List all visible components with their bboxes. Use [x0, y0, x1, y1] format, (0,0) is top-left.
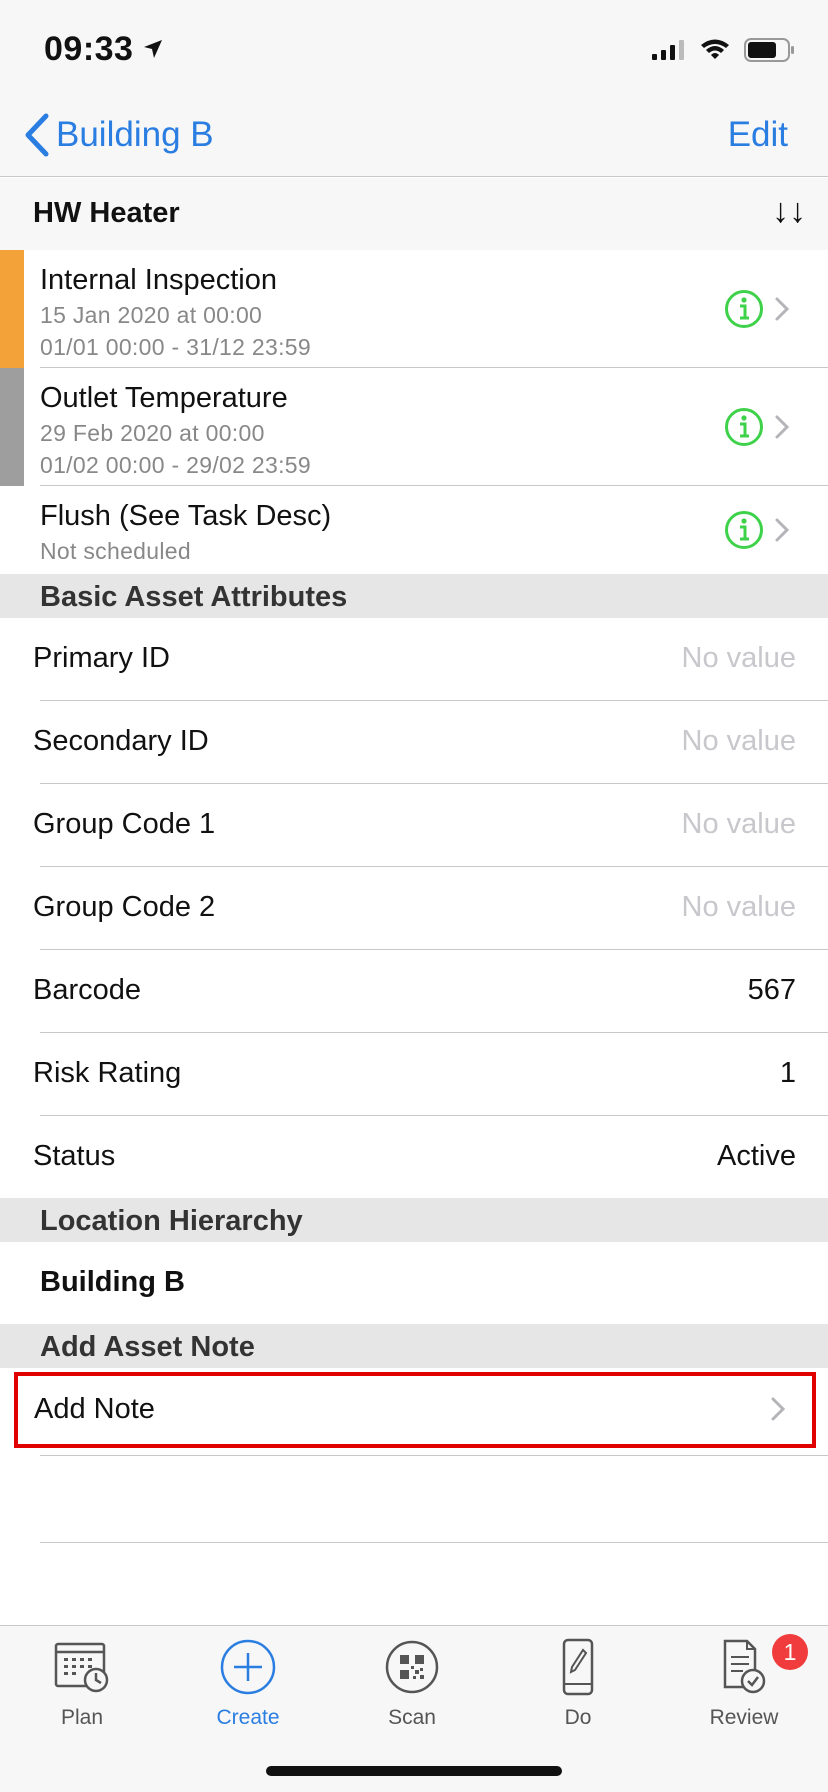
chevron-right-icon [775, 415, 790, 439]
battery-icon [744, 38, 794, 62]
asset-title: HW Heater [33, 197, 180, 229]
section-header-label: Add Asset Note [40, 1331, 255, 1363]
info-icon[interactable] [724, 407, 764, 447]
signal-icon [652, 40, 684, 60]
attribute-value: Active [717, 1140, 796, 1172]
tab-scan[interactable]: Scan [352, 1636, 472, 1730]
task-date: 29 Feb 2020 at 00:00 [40, 420, 265, 446]
attribute-value: No value [681, 808, 796, 840]
sort-icon[interactable]: ↓↓ [772, 192, 806, 231]
tab-do[interactable]: Do [518, 1636, 638, 1730]
attribute-row-primary-id[interactable]: Primary ID No value [0, 618, 828, 701]
attribute-row-secondary-id[interactable]: Secondary ID No value [0, 701, 828, 784]
back-button-label: Building B [56, 115, 214, 154]
chevron-left-icon [25, 113, 49, 157]
task-row[interactable]: Outlet Temperature 29 Feb 2020 at 00:00 … [0, 368, 828, 486]
info-icon[interactable] [724, 510, 764, 550]
chevron-right-icon [775, 297, 790, 321]
chevron-right-icon [775, 518, 790, 542]
section-header-location-hierarchy: Location Hierarchy [0, 1198, 828, 1242]
chevron-right-icon [771, 1397, 786, 1421]
separator [40, 1542, 828, 1543]
priority-stripe [0, 250, 24, 368]
wifi-icon [701, 39, 729, 59]
task-window: 01/01 00:00 - 31/12 23:59 [40, 334, 311, 360]
navigation-bar: Building B Edit [0, 100, 828, 177]
tab-plan[interactable]: Plan [22, 1636, 142, 1730]
section-header-label: Basic Asset Attributes [40, 581, 348, 613]
attribute-row-group-code-2[interactable]: Group Code 2 No value [0, 867, 828, 950]
attribute-label: Group Code 2 [33, 891, 216, 923]
attribute-row-barcode[interactable]: Barcode 567 [0, 950, 828, 1033]
attribute-value: No value [681, 725, 796, 757]
location-arrow-icon [144, 40, 162, 58]
section-header-basic-attributes: Basic Asset Attributes [0, 574, 828, 618]
qr-code-icon [385, 1640, 439, 1694]
task-title: Internal Inspection [40, 264, 277, 296]
task-row[interactable]: Internal Inspection 15 Jan 2020 at 00:00… [0, 250, 828, 368]
attribute-value: No value [681, 642, 796, 674]
status-icons [652, 38, 796, 62]
attribute-label: Group Code 1 [33, 808, 216, 840]
attribute-row-status[interactable]: Status Active [0, 1116, 828, 1199]
back-button[interactable]: Building B [24, 110, 214, 160]
tab-label: Review [709, 1706, 779, 1729]
attribute-label: Barcode [33, 974, 142, 1006]
tab-create[interactable]: Create [188, 1636, 308, 1730]
clock-time: 09:33 [44, 30, 134, 68]
attribute-value: 567 [747, 974, 796, 1006]
tab-label: Plan [60, 1706, 104, 1729]
task-date: 15 Jan 2020 at 00:00 [40, 302, 263, 328]
priority-stripe [0, 368, 24, 486]
status-bar: 09:33 [0, 0, 828, 100]
phone-pencil-icon [562, 1638, 594, 1696]
tab-label: Create [216, 1706, 280, 1729]
task-row[interactable]: Flush (See Task Desc) Not scheduled [0, 486, 828, 574]
location-name: Building B [40, 1266, 185, 1298]
add-note-label: Add Note [34, 1393, 155, 1425]
attribute-label: Secondary ID [33, 725, 209, 757]
task-title: Flush (See Task Desc) [40, 500, 332, 532]
tab-label: Scan [388, 1706, 436, 1729]
attribute-value: 1 [779, 1057, 796, 1089]
info-icon[interactable] [724, 289, 764, 329]
add-note-button[interactable]: Add Note [14, 1372, 816, 1448]
edit-button[interactable]: Edit [728, 110, 788, 160]
separator [40, 1455, 828, 1456]
task-title: Outlet Temperature [40, 382, 288, 414]
attribute-label: Primary ID [33, 642, 170, 674]
attribute-label: Risk Rating [33, 1057, 182, 1089]
location-row[interactable]: Building B [0, 1242, 828, 1324]
asset-title-row: HW Heater ↓↓ [0, 178, 828, 250]
plus-circle-icon [220, 1639, 276, 1695]
section-header-label: Location Hierarchy [40, 1205, 303, 1237]
calendar-clock-icon [54, 1642, 109, 1693]
task-date: Not scheduled [40, 538, 191, 564]
attribute-value: No value [681, 891, 796, 923]
task-window: 01/02 00:00 - 29/02 23:59 [40, 452, 311, 478]
document-check-icon [723, 1639, 766, 1694]
attribute-row-group-code-1[interactable]: Group Code 1 No value [0, 784, 828, 867]
review-badge: 1 [772, 1634, 808, 1670]
home-indicator[interactable] [266, 1766, 562, 1776]
attribute-label: Status [33, 1140, 116, 1172]
section-header-add-asset-note: Add Asset Note [0, 1324, 828, 1368]
tab-label: Do [564, 1706, 592, 1729]
attribute-row-risk-rating[interactable]: Risk Rating 1 [0, 1033, 828, 1116]
